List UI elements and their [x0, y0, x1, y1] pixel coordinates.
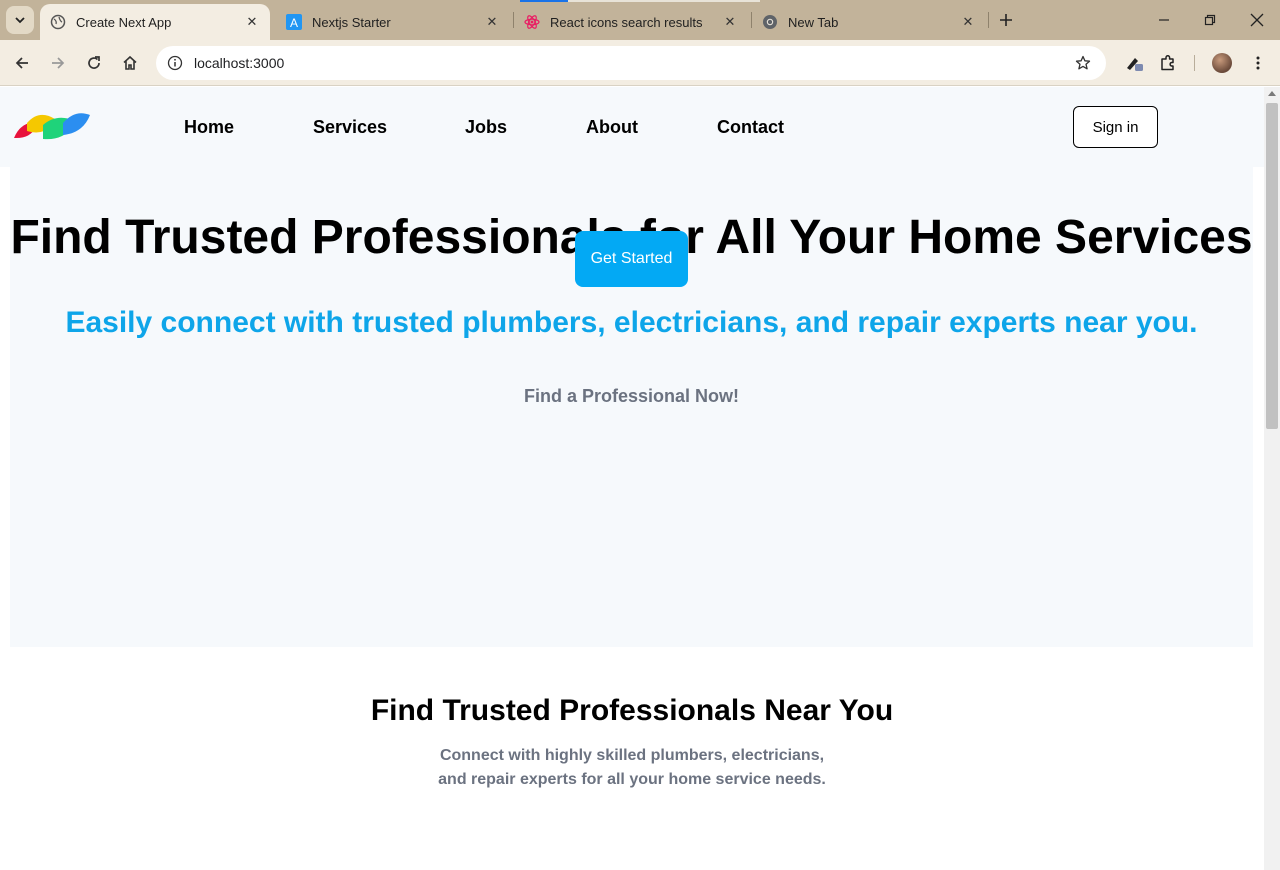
section-description-line: and repair experts for all your home ser… [438, 771, 826, 788]
arrow-right-icon [52, 57, 65, 69]
section-description-line: Connect with highly skilled plumbers, el… [439, 747, 825, 764]
sign-in-button[interactable]: Sign in [1073, 106, 1158, 148]
scroll-thumb[interactable] [1266, 103, 1278, 429]
nav-home[interactable]: Home [184, 117, 234, 138]
close-icon[interactable]: ✕ [244, 14, 260, 30]
browser-toolbar: localhost:3000 [0, 40, 1280, 86]
address-bar[interactable]: localhost:3000 [156, 46, 1106, 80]
react-icon [524, 14, 540, 30]
nav-contact[interactable]: Contact [717, 117, 784, 138]
kebab-menu-icon [1256, 56, 1260, 70]
loading-track [568, 0, 760, 2]
menu-button[interactable] [1244, 49, 1272, 77]
home-icon [123, 55, 137, 70]
tab-search-button[interactable] [6, 6, 34, 34]
hero-cta-text: Find a Professional Now! [523, 386, 740, 406]
profile-avatar[interactable] [1212, 53, 1232, 73]
site-info-icon[interactable] [158, 46, 192, 80]
get-started-button[interactable]: Get Started [575, 231, 688, 287]
section-description: Connect with highly skilled plumbers, el… [0, 744, 1264, 792]
close-window-button[interactable] [1245, 8, 1269, 32]
tab-create-next-app[interactable]: Create Next App ✕ [40, 4, 270, 40]
restore-icon [1204, 14, 1216, 26]
back-button[interactable] [8, 49, 36, 77]
nav-about[interactable]: About [586, 117, 638, 138]
minimize-button[interactable] [1152, 8, 1176, 32]
arrow-left-icon [15, 57, 28, 69]
tab-title: New Tab [788, 14, 839, 30]
puzzle-icon [1161, 54, 1174, 71]
chevron-down-icon [15, 17, 25, 24]
home-button[interactable] [116, 49, 144, 77]
close-icon[interactable]: ✕ [484, 14, 500, 30]
tab-title: Create Next App [76, 14, 172, 30]
globe-icon [50, 14, 66, 30]
section-title: Find Trusted Professionals Near You [370, 694, 894, 727]
tab-new-tab[interactable]: New Tab ✕ [752, 4, 986, 40]
extensions-button[interactable] [1154, 49, 1182, 77]
tab-strip: Create Next App ✕ A Nextjs Starter ✕ Rea… [0, 0, 1280, 40]
scroll-up-arrow-icon[interactable] [1268, 91, 1276, 96]
close-icon [1250, 13, 1264, 27]
paint-brush-icon [1127, 58, 1143, 71]
hero-section: Find Trusted Professionals for All Your … [10, 167, 1253, 647]
site-navbar: Home Services Jobs About Contact Sign in [0, 87, 1264, 167]
tab-title: React icons search results [550, 14, 703, 30]
tab-react-icons[interactable]: React icons search results ✕ [514, 4, 748, 40]
tab-title: Nextjs Starter [312, 14, 391, 30]
page-scrollbar[interactable] [1264, 87, 1280, 870]
forward-button[interactable] [44, 49, 72, 77]
page-viewport: Home Services Jobs About Contact Sign in… [0, 87, 1264, 870]
nav-jobs[interactable]: Jobs [465, 117, 507, 138]
bookmark-star-icon[interactable] [1066, 46, 1100, 80]
letter-a-icon: A [286, 14, 302, 30]
new-tab-button[interactable] [994, 8, 1018, 32]
loading-indicator [520, 0, 568, 2]
restore-button[interactable] [1198, 8, 1222, 32]
reload-button[interactable] [80, 49, 108, 77]
minimize-icon [1159, 19, 1169, 21]
tab-nextjs-starter[interactable]: A Nextjs Starter ✕ [276, 4, 510, 40]
chrome-icon [762, 14, 778, 30]
hero-subtitle: Easily connect with trusted plumbers, el… [65, 306, 1198, 339]
reload-icon [88, 56, 100, 69]
extension-devtools-button[interactable] [1120, 49, 1148, 77]
plus-icon [1000, 14, 1012, 26]
nav-services[interactable]: Services [313, 117, 387, 138]
tab-separator [988, 12, 989, 28]
toolbar-divider [1194, 55, 1195, 71]
url-text[interactable]: localhost:3000 [194, 55, 1066, 71]
close-icon[interactable]: ✕ [722, 14, 738, 30]
brand-logo[interactable] [13, 111, 91, 143]
svg-text:A: A [290, 16, 298, 30]
close-icon[interactable]: ✕ [960, 14, 976, 30]
